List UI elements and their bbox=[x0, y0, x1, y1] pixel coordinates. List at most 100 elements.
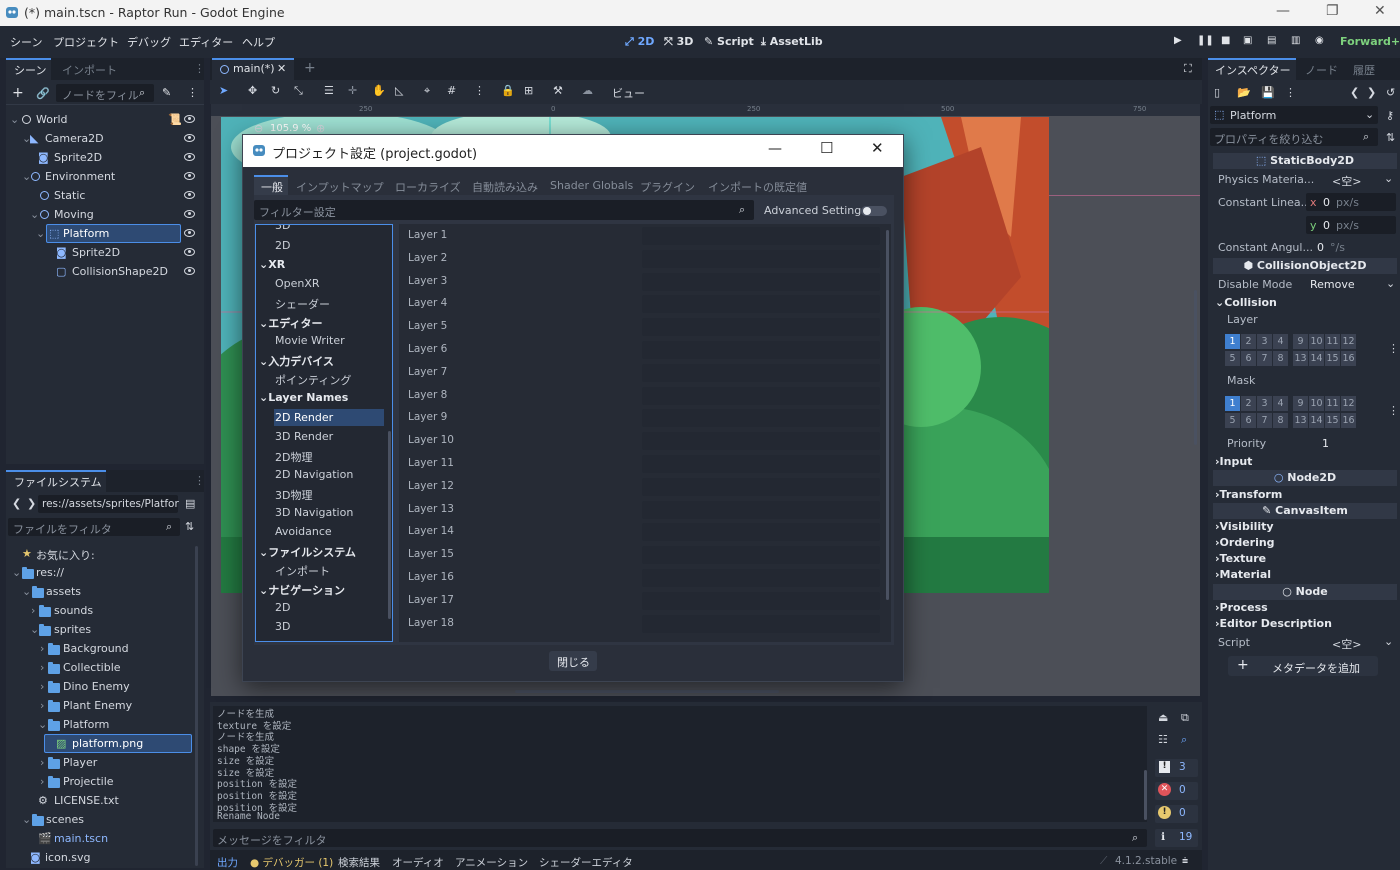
priority-value[interactable]: 1 bbox=[1322, 437, 1329, 450]
settings-category-tree[interactable]: 3D 2D ⌄XR OpenXR シェーダー ⌄エディター Movie Writ… bbox=[255, 224, 393, 642]
dock-menu-icon[interactable]: ⋮ bbox=[194, 62, 205, 75]
visibility-eye-icon[interactable] bbox=[184, 172, 195, 180]
collision-mask-bit[interactable]: 10 bbox=[1309, 396, 1324, 411]
lock-icon[interactable]: 🔒 bbox=[501, 84, 515, 97]
tree-node-sprite2d-child[interactable]: ◙ Sprite2D bbox=[8, 243, 202, 262]
layer-name-field[interactable] bbox=[642, 227, 880, 245]
category-item[interactable]: 3D物理 bbox=[275, 487, 312, 503]
collision-layer-bit[interactable]: 13 bbox=[1293, 351, 1308, 366]
layer-name-field[interactable] bbox=[642, 318, 880, 337]
layer-name-field[interactable] bbox=[642, 386, 880, 405]
tree-node-world[interactable]: ⌄ World 📜 bbox=[8, 110, 202, 129]
tree-node-platform[interactable]: ⌄ ⬚ Platform bbox=[8, 224, 202, 243]
expand-arrow-icon[interactable]: › bbox=[40, 661, 44, 674]
new-resource-icon[interactable]: ▯ bbox=[1214, 86, 1220, 99]
collision-layer-bit[interactable]: 2 bbox=[1241, 334, 1256, 349]
category-item[interactable]: 3D Render bbox=[275, 430, 333, 443]
category-item[interactable]: 2D物理 bbox=[275, 449, 312, 465]
collapse-arrow-icon[interactable]: ⌄ bbox=[30, 208, 39, 221]
layer-list-scrollbar[interactable] bbox=[886, 230, 889, 600]
advanced-settings-toggle[interactable] bbox=[861, 206, 887, 216]
tree-node-sprite2d[interactable]: ◙ Sprite2D bbox=[8, 148, 202, 167]
fs-folder-dino-enemy[interactable]: › Dino Enemy bbox=[8, 677, 194, 696]
inspector-node-select[interactable]: ⬚ Platform ⌄ bbox=[1210, 106, 1378, 124]
toggle-panel-icon[interactable]: ⩧ bbox=[1182, 855, 1188, 868]
clear-output-icon[interactable]: ⏏ bbox=[1158, 711, 1168, 724]
workspace-script-button[interactable]: ✎ Script bbox=[704, 35, 754, 48]
category-item[interactable]: OpenXR bbox=[275, 277, 320, 290]
tab-history[interactable]: 履歴 bbox=[1353, 62, 1375, 78]
menu-project[interactable]: プロジェクト bbox=[53, 34, 119, 50]
mask-menu-icon[interactable]: ⋮ bbox=[1388, 404, 1399, 417]
fs-folder-plant-enemy[interactable]: › Plant Enemy bbox=[8, 696, 194, 715]
tree-node-environment[interactable]: ⌄ Environment bbox=[8, 167, 202, 186]
fs-file-icon-svg[interactable]: ◙ icon.svg bbox=[8, 848, 194, 867]
close-icon[interactable]: ✕ bbox=[1374, 3, 1386, 19]
collision-mask-bit[interactable]: 12 bbox=[1341, 396, 1356, 411]
filter-errors-button[interactable]: ✕ 0 bbox=[1155, 782, 1198, 800]
fs-file-platform-png[interactable]: ▨ platform.png bbox=[8, 734, 194, 753]
collapse-arrow-icon[interactable]: ⌄ bbox=[38, 718, 47, 731]
play-custom-icon[interactable]: ▥ bbox=[1291, 35, 1300, 46]
category-item[interactable]: 3D bbox=[275, 620, 290, 633]
ordering-section[interactable]: ›Ordering bbox=[1215, 536, 1275, 549]
add-metadata-button[interactable]: + メタデータを追加 bbox=[1228, 656, 1378, 676]
chevron-down-icon[interactable]: ⌄ bbox=[1384, 172, 1393, 185]
bone-icon[interactable]: ⚒ bbox=[553, 84, 563, 97]
collision-mask-bit[interactable]: 14 bbox=[1309, 413, 1324, 428]
collision-mask-bit[interactable]: 11 bbox=[1325, 396, 1340, 411]
tree-node-moving[interactable]: ⌄ Moving bbox=[8, 205, 202, 224]
history-icon[interactable]: ↺ bbox=[1386, 86, 1395, 99]
collapse-arrow-icon[interactable]: ⌄ bbox=[22, 585, 31, 598]
collapse-arrow-icon[interactable]: ⌄ bbox=[36, 227, 45, 240]
collision-layer-grid[interactable]: 1 2 3 4 9 10 11 12 5 6 7 8 13 14 15 16 bbox=[1225, 334, 1357, 366]
close-button[interactable]: 閉じる bbox=[549, 651, 597, 671]
collision-layer-bit[interactable]: 6 bbox=[1241, 351, 1256, 366]
expand-arrow-icon[interactable]: › bbox=[40, 699, 44, 712]
tab-import-defaults[interactable]: インポートの既定値 bbox=[708, 179, 807, 195]
visibility-eye-icon[interactable] bbox=[184, 210, 195, 218]
collision-mask-bit[interactable]: 13 bbox=[1293, 413, 1308, 428]
inspector-menu-icon[interactable]: ⋮ bbox=[1285, 86, 1296, 99]
layer-name-field[interactable] bbox=[642, 591, 880, 610]
layer-name-field[interactable] bbox=[642, 432, 880, 451]
fs-file-license[interactable]: ⚙ LICENSE.txt bbox=[8, 791, 194, 810]
fs-folder-scenes[interactable]: ⌄ scenes bbox=[8, 810, 194, 829]
collision-layer-bit[interactable]: 7 bbox=[1257, 351, 1272, 366]
layer-name-field[interactable] bbox=[642, 272, 880, 291]
layer-name-field[interactable] bbox=[642, 341, 880, 359]
visibility-eye-icon[interactable] bbox=[184, 115, 195, 123]
tab-audio[interactable]: オーディオ bbox=[392, 855, 444, 870]
menu-help[interactable]: ヘルプ bbox=[242, 34, 275, 50]
fs-scrollbar[interactable] bbox=[195, 546, 198, 866]
maximize-icon[interactable]: ❐ bbox=[1326, 3, 1339, 19]
collision-mask-bit[interactable]: 2 bbox=[1241, 396, 1256, 411]
filter-warnings-button[interactable]: ! 0 bbox=[1155, 805, 1198, 823]
tab-animation[interactable]: アニメーション bbox=[455, 855, 528, 870]
visibility-eye-icon[interactable] bbox=[184, 267, 195, 275]
visibility-section[interactable]: ›Visibility bbox=[1215, 520, 1274, 533]
menu-debug[interactable]: デバッグ bbox=[127, 34, 171, 50]
layer-name-field[interactable] bbox=[642, 455, 880, 473]
category-scrollbar[interactable] bbox=[388, 431, 391, 619]
collision-layer-bit[interactable]: 14 bbox=[1309, 351, 1324, 366]
save-resource-icon[interactable]: 💾 bbox=[1261, 86, 1275, 99]
menu-editor[interactable]: エディター bbox=[179, 34, 233, 50]
collapse-arrow-icon[interactable]: ⌄ bbox=[10, 113, 19, 126]
collision-layer-bit[interactable]: 10 bbox=[1309, 334, 1324, 349]
scene-menu-icon[interactable]: ⋮ bbox=[187, 86, 198, 99]
instance-scene-icon[interactable]: 🔗 bbox=[36, 87, 50, 100]
collision-layer-bit[interactable]: 16 bbox=[1341, 351, 1356, 366]
constant-linear-x-field[interactable]: x 0 px/s bbox=[1306, 193, 1396, 211]
smart-snap-icon[interactable]: ⌖ bbox=[424, 84, 430, 98]
remote-debug-icon[interactable]: ▣ bbox=[1243, 35, 1252, 46]
collision-mask-bit[interactable]: 9 bbox=[1293, 396, 1308, 411]
renderer-select[interactable]: Forward+ bbox=[1340, 35, 1400, 48]
movie-maker-icon[interactable]: ◉ bbox=[1315, 35, 1324, 46]
layer-menu-icon[interactable]: ⋮ bbox=[1388, 342, 1399, 355]
category-section[interactable]: ⌄ファイルシステム bbox=[259, 544, 356, 560]
viewport-hscrollbar[interactable] bbox=[515, 690, 779, 693]
category-item-selected[interactable]: 2D Render bbox=[275, 411, 333, 424]
texture-section[interactable]: ›Texture bbox=[1215, 552, 1266, 565]
pan-tool-icon[interactable]: ✋ bbox=[372, 84, 386, 97]
